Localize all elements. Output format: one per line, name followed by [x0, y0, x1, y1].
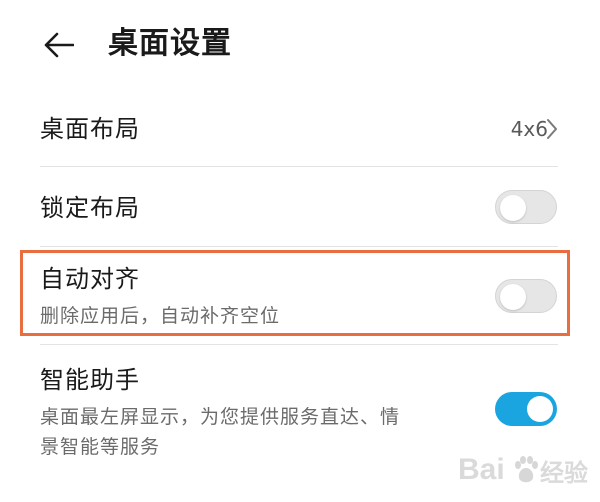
setting-title: 锁定布局: [40, 194, 140, 222]
setting-title: 智能助手: [40, 366, 140, 394]
setting-lock-layout: 锁定布局: [0, 167, 600, 246]
setting-title: 桌面布局: [40, 115, 140, 143]
toggle-knob: [500, 284, 526, 310]
top-bar: 桌面设置: [0, 0, 600, 92]
arrow-left-icon: [44, 32, 74, 58]
chevron-right-icon: [546, 114, 558, 144]
smart-assistant-toggle[interactable]: [495, 392, 557, 426]
setting-auto-align: 自动对齐 删除应用后，自动补齐空位: [0, 250, 600, 336]
back-button[interactable]: [38, 24, 80, 66]
setting-desktop-layout[interactable]: 桌面布局 4x6: [0, 92, 600, 166]
setting-subtitle-line-1: 桌面最左屏显示，为您提供服务直达、情: [40, 406, 401, 428]
auto-align-toggle[interactable]: [495, 279, 557, 313]
page-title: 桌面设置: [108, 26, 232, 61]
setting-value: 4x6: [510, 117, 548, 141]
toggle-knob: [500, 195, 526, 221]
divider: [40, 246, 558, 247]
setting-smart-assistant: 智能助手 桌面最左屏显示，为您提供服务直达、情 景智能等服务: [0, 345, 600, 465]
toggle-knob: [527, 396, 553, 422]
setting-title: 自动对齐: [40, 265, 140, 293]
setting-subtitle-line-2: 景智能等服务: [40, 436, 161, 458]
setting-subtitle: 删除应用后，自动补齐空位: [40, 305, 281, 327]
lock-layout-toggle[interactable]: [495, 190, 557, 224]
